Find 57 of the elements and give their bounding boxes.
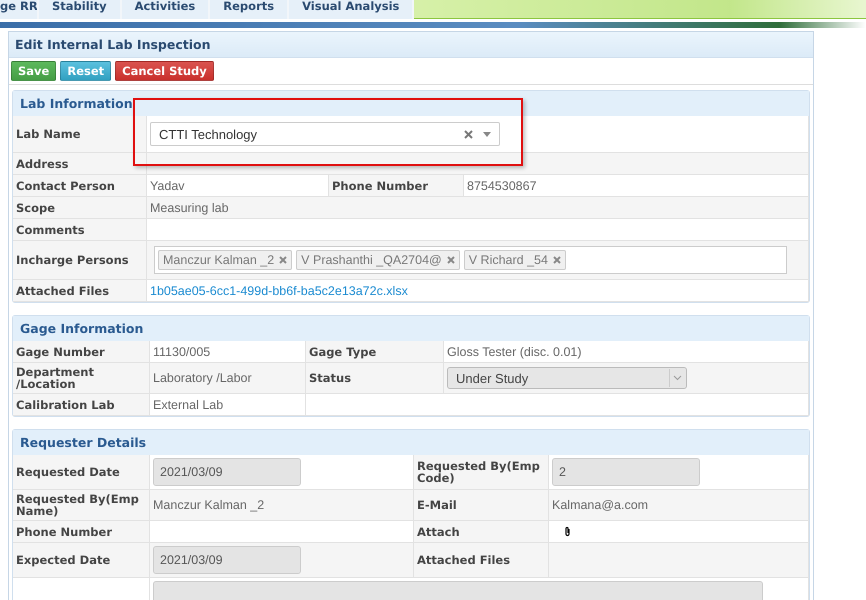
field-label: Scope bbox=[16, 202, 56, 214]
field-label: Phone Number bbox=[332, 180, 428, 192]
tags-field[interactable]: Manczur Kalman _2 V Prashanthi _QA2704@ V Richard _54 bbox=[154, 246, 787, 274]
date-field[interactable]: 2 bbox=[552, 458, 700, 486]
nav-tab[interactable]: Activities bbox=[122, 0, 210, 19]
person-tag: Manczur Kalman _2 bbox=[158, 250, 292, 270]
field-label: Incharge Persons bbox=[16, 254, 129, 266]
field-label: Contact Person bbox=[16, 180, 115, 192]
field-value: Measuring lab bbox=[150, 200, 229, 214]
field-label: Lab Name bbox=[16, 128, 80, 140]
field-label: Gage Type bbox=[309, 346, 376, 358]
file-link[interactable]: 1b05ae05-6cc1-499d-bb6f-ba5c2e13a72c.xlsx bbox=[150, 284, 408, 298]
caret-icon bbox=[483, 132, 491, 136]
paperclip-icon[interactable] bbox=[564, 526, 571, 537]
nav-tab[interactable]: Visual Analysis bbox=[289, 0, 414, 19]
cancel-button[interactable]: Cancel Study bbox=[115, 61, 214, 81]
field-label: Comments bbox=[16, 224, 85, 236]
clear-icon[interactable] bbox=[464, 130, 473, 138]
field-value: Manczur Kalman _2 bbox=[153, 498, 264, 512]
field-label: Requested By(Emp Code) bbox=[417, 460, 541, 484]
date-field[interactable]: 2021/03/09 bbox=[153, 458, 301, 486]
section-title: Requester Details bbox=[13, 430, 809, 455]
section-title: Lab Information bbox=[13, 91, 809, 116]
field-label: Requested Date bbox=[16, 466, 120, 478]
field-label: Attached Files bbox=[417, 554, 510, 566]
nav-tab[interactable]: Reports bbox=[210, 0, 290, 19]
field-label: Gage Number bbox=[16, 346, 105, 358]
status-select: Under Study bbox=[447, 367, 687, 389]
field-label: Attached Files bbox=[16, 284, 110, 296]
field-label: Attach bbox=[417, 526, 460, 538]
nav-tab[interactable]: Stability bbox=[39, 0, 122, 19]
lab-name-dropdown[interactable]: CTTI Technology bbox=[150, 122, 500, 146]
field-label: Address bbox=[16, 158, 69, 170]
field-label: Status bbox=[309, 372, 352, 384]
person-tag: V Richard _54 bbox=[464, 250, 566, 270]
section-title: Gage Information bbox=[13, 316, 809, 341]
remove-icon[interactable] bbox=[552, 256, 561, 264]
field-value: Laboratory /Labor bbox=[153, 371, 252, 385]
field-value: Kalmana@a.com bbox=[552, 498, 648, 512]
date-field[interactable]: 2021/03/09 bbox=[153, 546, 301, 574]
field-value: 11130/005 bbox=[153, 344, 210, 358]
form-title: Edit Internal Lab Inspection bbox=[9, 32, 813, 58]
field-value: Yadav bbox=[150, 178, 185, 192]
field-label: E-Mail bbox=[417, 499, 457, 511]
field-value: 8754530867 bbox=[467, 178, 537, 192]
field-label: Calibration Lab bbox=[16, 398, 115, 410]
field-label: Phone Number bbox=[16, 526, 112, 538]
chevron-icon bbox=[669, 369, 682, 387]
person-tag: V Prashanthi _QA2704@ bbox=[296, 250, 460, 270]
field-label: Department /Location bbox=[16, 366, 95, 390]
field-label: Requested By(Emp Name) bbox=[16, 493, 140, 517]
field-value: Gloss Tester (disc. 0.01) bbox=[447, 344, 582, 358]
remove-icon[interactable] bbox=[279, 256, 288, 264]
field-value: External Lab bbox=[153, 398, 224, 412]
save-button[interactable]: Save bbox=[11, 61, 56, 81]
field-label: Expected Date bbox=[16, 554, 110, 566]
remove-icon[interactable] bbox=[446, 256, 455, 264]
